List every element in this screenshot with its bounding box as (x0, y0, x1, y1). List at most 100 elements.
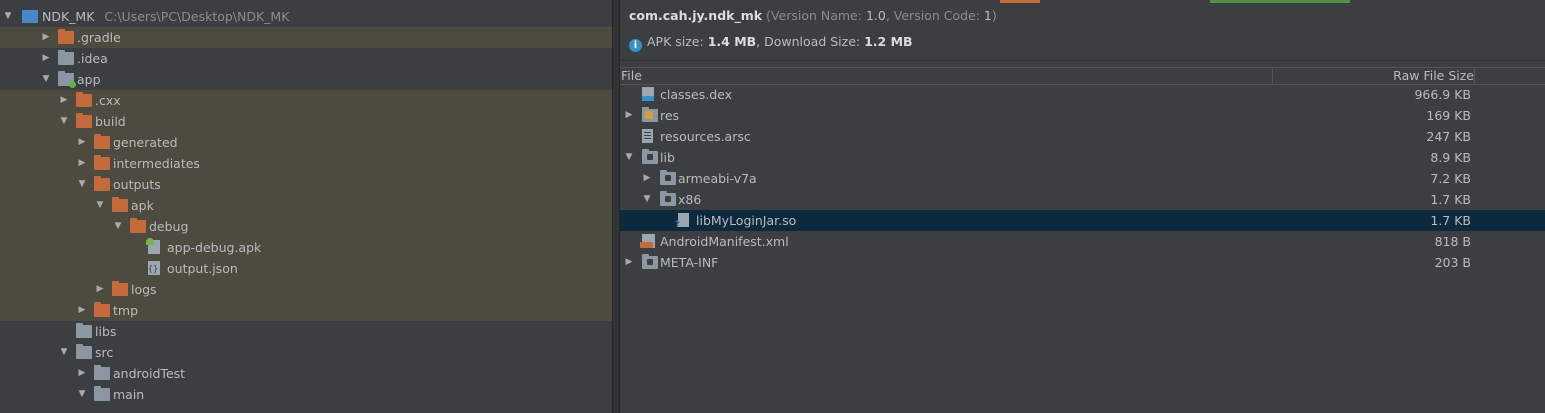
apk-file-row[interactable]: ▼ lib 8.9 KB (620, 147, 1545, 168)
unknown-file-icon (675, 213, 689, 236)
version-name-label: Version Name: (770, 8, 862, 23)
tree-item[interactable]: ▼ src (0, 342, 612, 363)
apk-file-row[interactable]: ▼ x86 1.7 KB (620, 189, 1545, 210)
tree-item-label: logs (131, 282, 157, 297)
tree-item-label: outputs (113, 177, 161, 192)
folder-orange-icon (76, 113, 92, 128)
tree-item[interactable]: ▼ app (0, 69, 612, 90)
tree-item-label: .idea (77, 51, 108, 66)
apk-package-header: com.cah.jy.ndk_mk (Version Name: 1.0, Ve… (629, 8, 997, 23)
tree-item[interactable]: ▶ .gradle (0, 27, 612, 48)
chevron-right-icon[interactable]: ▶ (40, 48, 52, 69)
tab-indicator[interactable] (1000, 0, 1040, 3)
lib-folder-icon (660, 170, 676, 185)
lib-folder-icon (660, 191, 676, 206)
apk-file-row[interactable]: classes.dex 966.9 KB (620, 84, 1545, 105)
apk-file-size: 966.9 KB (1414, 87, 1471, 102)
tree-item-label: src (95, 345, 114, 360)
project-tree-panel: ▼ NDK_MK C:\Users\PC\Desktop\NDK_MK ▶ .gra… (0, 0, 612, 413)
apk-file-row[interactable]: ▶ res 169 KB (620, 105, 1545, 126)
apk-file-row[interactable]: ▶ META-INF 203 B (620, 252, 1545, 273)
chevron-down-icon[interactable]: ▼ (94, 195, 106, 216)
folder-orange-icon (130, 218, 146, 233)
chevron-right-icon[interactable]: ▶ (623, 105, 635, 126)
apk-file-size: 247 KB (1426, 129, 1471, 144)
tree-item[interactable]: ▶ generated (0, 132, 612, 153)
editor-tab-strip[interactable] (620, 0, 1545, 5)
apk-file-name: armeabi-v7a (678, 171, 757, 186)
folder-gray-icon (94, 365, 110, 380)
chevron-down-icon[interactable]: ▼ (112, 216, 124, 237)
chevron-down-icon[interactable]: ▼ (76, 174, 88, 195)
apk-file-size: 1.7 KB (1430, 213, 1471, 228)
folder-orange-icon (58, 29, 74, 44)
tree-item[interactable]: ▶ logs (0, 279, 612, 300)
tree-item[interactable]: ▶ intermediates (0, 153, 612, 174)
chevron-right-icon[interactable]: ▶ (76, 363, 88, 384)
tab-indicator-active[interactable] (1210, 0, 1350, 3)
apk-file-row[interactable]: AndroidManifest.xml 818 B (620, 231, 1545, 252)
folder-orange-icon (94, 134, 110, 149)
chevron-right-icon[interactable]: ▶ (76, 153, 88, 174)
tree-root-row[interactable]: ▼ NDK_MK C:\Users\PC\Desktop\NDK_MK (0, 6, 612, 27)
column-header-raw-size[interactable]: Raw File Size (1273, 68, 1474, 84)
chevron-down-icon[interactable]: ▼ (623, 147, 635, 168)
tree-item[interactable]: ▶ tmp (0, 300, 612, 321)
version-code-value: 1 (983, 8, 992, 23)
tree-item[interactable]: ▼ debug (0, 216, 612, 237)
xml-file-icon (640, 234, 655, 248)
chevron-right-icon[interactable]: ▶ (58, 90, 70, 111)
chevron-down-icon[interactable]: ▼ (40, 69, 52, 90)
apk-file-name: resources.arsc (660, 129, 751, 144)
chevron-down-icon[interactable]: ▼ (58, 111, 70, 132)
apk-file-size: 818 B (1434, 234, 1471, 249)
apk-file-row[interactable]: libMyLoginJar.so 1.7 KB (620, 210, 1545, 236)
version-code-label: Version Code: (893, 8, 980, 23)
chevron-right-icon[interactable]: ▶ (76, 300, 88, 321)
lib-folder-icon (642, 149, 658, 164)
apk-file-row[interactable]: ▶ armeabi-v7a 7.2 KB (620, 168, 1545, 189)
chevron-down-icon[interactable]: ▼ (641, 189, 653, 210)
chevron-right-icon[interactable]: ▶ (40, 27, 52, 48)
apk-file-size: 7.2 KB (1430, 171, 1471, 186)
chevron-right-icon[interactable]: ▶ (623, 252, 635, 273)
tree-item-label: app (77, 72, 101, 87)
folder-orange-icon (94, 176, 110, 191)
project-folder-icon (22, 10, 38, 23)
chevron-down-icon[interactable]: ▼ (2, 6, 14, 27)
apk-file-name: META-INF (660, 255, 719, 270)
tree-item-label: androidTest (113, 366, 186, 381)
download-size-label: Download Size: (764, 34, 861, 49)
chevron-down-icon[interactable]: ▼ (58, 342, 70, 363)
module-folder-icon (58, 71, 76, 88)
tree-item[interactable]: ▶ androidTest (0, 363, 612, 384)
chevron-down-icon[interactable]: ▼ (76, 384, 88, 405)
tree-item-label: tmp (113, 303, 139, 318)
tree-item[interactable]: ▼ build (0, 111, 612, 132)
tree-item[interactable]: ▼ outputs (0, 174, 612, 195)
chevron-right-icon[interactable]: ▶ (641, 168, 653, 189)
tree-item[interactable]: ▼ apk (0, 195, 612, 216)
folder-gray-icon (76, 323, 92, 338)
column-divider[interactable] (1474, 68, 1475, 84)
tree-item[interactable]: libs (0, 321, 612, 342)
file-icon (642, 129, 653, 143)
folder-orange-icon (94, 302, 110, 317)
tree-item-label: main (113, 387, 145, 402)
tree-item[interactable]: ▶ .idea (0, 48, 612, 69)
tree-item[interactable]: ▼ main (0, 384, 612, 405)
lib-folder-icon (642, 254, 658, 269)
apk-file-size: 1.7 KB (1430, 192, 1471, 207)
tree-item[interactable]: app-debug.apk (0, 237, 612, 258)
chevron-right-icon[interactable]: ▶ (94, 279, 106, 300)
apk-file-row[interactable]: resources.arsc 247 KB (620, 126, 1545, 147)
file-table-header: File Raw File Size (620, 67, 1545, 85)
apk-file-size: 169 KB (1426, 108, 1471, 123)
tree-item[interactable]: ▶ .cxx (0, 90, 612, 111)
column-header-file[interactable]: File (621, 68, 642, 84)
tree-item[interactable]: output.json (0, 258, 612, 279)
chevron-right-icon[interactable]: ▶ (76, 132, 88, 153)
apk-size-label: APK size: (647, 34, 704, 49)
apk-file-name: AndroidManifest.xml (660, 234, 789, 249)
panel-splitter[interactable] (612, 0, 620, 413)
